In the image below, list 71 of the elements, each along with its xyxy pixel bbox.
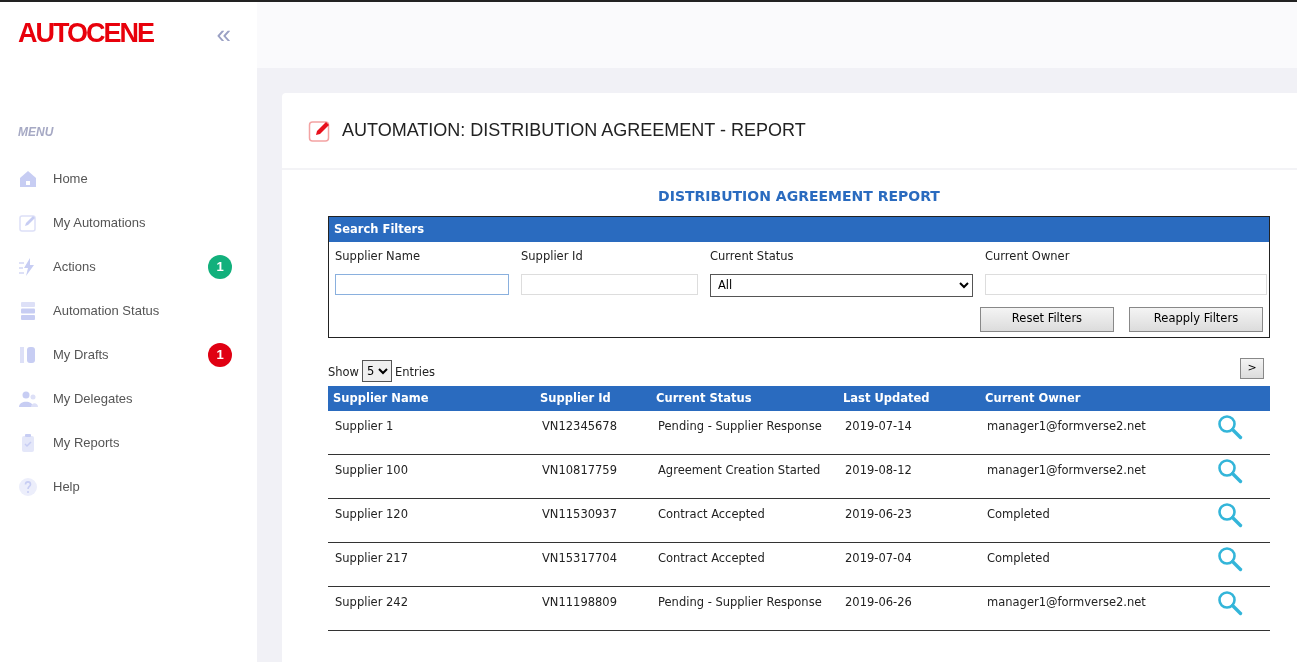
search-icon[interactable]: [1217, 501, 1243, 528]
page-title: AUTOMATION: DISTRIBUTION AGREEMENT - REPORT: [342, 119, 806, 142]
home-icon: [18, 169, 38, 189]
menu-heading: MENU: [18, 124, 55, 141]
column-header: Current Status: [651, 385, 838, 411]
table-cell: VN10817759: [535, 454, 651, 499]
status-select[interactable]: All: [710, 273, 973, 297]
table-cell: Agreement Creation Started: [651, 454, 838, 499]
users-icon: [18, 389, 38, 409]
sidebar-item[interactable]: My Delegates: [18, 377, 257, 421]
count-badge: 1: [208, 343, 232, 367]
table-cell: Supplier 120: [328, 498, 535, 543]
table-cell: VN15317704: [535, 542, 651, 587]
table-cell: Contract Accepted: [651, 498, 838, 543]
logo: AUTOCENE: [18, 20, 154, 47]
input-field[interactable]: [521, 273, 698, 295]
sidebar-item[interactable]: Actions 1: [18, 245, 257, 289]
filter-button[interactable]: Reset Filters: [980, 306, 1114, 332]
table-cell: VN11198809: [535, 586, 651, 631]
table-cell: Pending - Supplier Response: [651, 586, 838, 631]
search-icon[interactable]: [1217, 589, 1243, 616]
help-icon: [18, 477, 38, 497]
field-label: Supplier Id: [521, 248, 584, 266]
input-field[interactable]: [335, 273, 509, 295]
table-cell: 2019-06-26: [838, 586, 980, 631]
field-label: Supplier Name: [335, 248, 421, 266]
table-cell: 2019-06-23: [838, 498, 980, 543]
next-page-button[interactable]: >: [1240, 357, 1264, 379]
table-cell: Completed: [980, 542, 1210, 587]
table-cell: 2019-08-12: [838, 454, 980, 499]
column-header: Supplier Id: [535, 385, 651, 411]
sidebar-item[interactable]: My Reports: [18, 421, 257, 465]
sidebar-item[interactable]: My Automations: [18, 201, 257, 245]
input-field[interactable]: [985, 273, 1267, 295]
book-icon: [18, 345, 38, 365]
table-cell: manager1@formverse2.net: [980, 410, 1210, 455]
table-cell: 2019-07-14: [838, 410, 980, 455]
table-cell: Completed: [980, 498, 1210, 543]
show-label: Show: [328, 364, 360, 382]
table-cell: VN11530937: [535, 498, 651, 543]
table-cell: Pending - Supplier Response: [651, 410, 838, 455]
table-cell: Supplier 217: [328, 542, 535, 587]
sidebar-item[interactable]: Automation Status: [18, 289, 257, 333]
edit-icon: [18, 213, 38, 233]
search-icon[interactable]: [1217, 545, 1243, 572]
server-icon: [18, 301, 38, 321]
edit-icon: [308, 118, 332, 143]
report-title: DISTRIBUTION AGREEMENT REPORT: [657, 187, 941, 206]
count-badge: 1: [208, 255, 232, 279]
sidebar-item[interactable]: Home: [18, 157, 257, 201]
sidebar-item[interactable]: Help: [18, 465, 257, 509]
sidebar-item[interactable]: My Drafts 1: [18, 333, 257, 377]
entries-label: Entries: [395, 364, 436, 382]
field-label: Current Status: [710, 248, 795, 266]
column-header: Last Updated: [838, 385, 980, 411]
field-label: Current Owner: [985, 248, 1071, 266]
table-cell: manager1@formverse2.net: [980, 454, 1210, 499]
table-cell: Supplier 100: [328, 454, 535, 499]
table-cell: VN12345678: [535, 410, 651, 455]
panel-header: Search Filters: [329, 217, 1269, 243]
page-size-select[interactable]: 5: [362, 359, 393, 382]
column-header: Current Owner: [980, 385, 1210, 411]
table-cell: Supplier 1: [328, 410, 535, 455]
filter-button[interactable]: Reapply Filters: [1129, 306, 1263, 332]
table-cell: Contract Accepted: [651, 542, 838, 587]
search-icon[interactable]: [1217, 457, 1243, 484]
table-cell: Supplier 242: [328, 586, 535, 631]
table-cell: 2019-07-04: [838, 542, 980, 587]
table-cell: manager1@formverse2.net: [980, 586, 1210, 631]
search-icon[interactable]: [1217, 413, 1243, 440]
column-header: Supplier Name: [328, 385, 535, 411]
